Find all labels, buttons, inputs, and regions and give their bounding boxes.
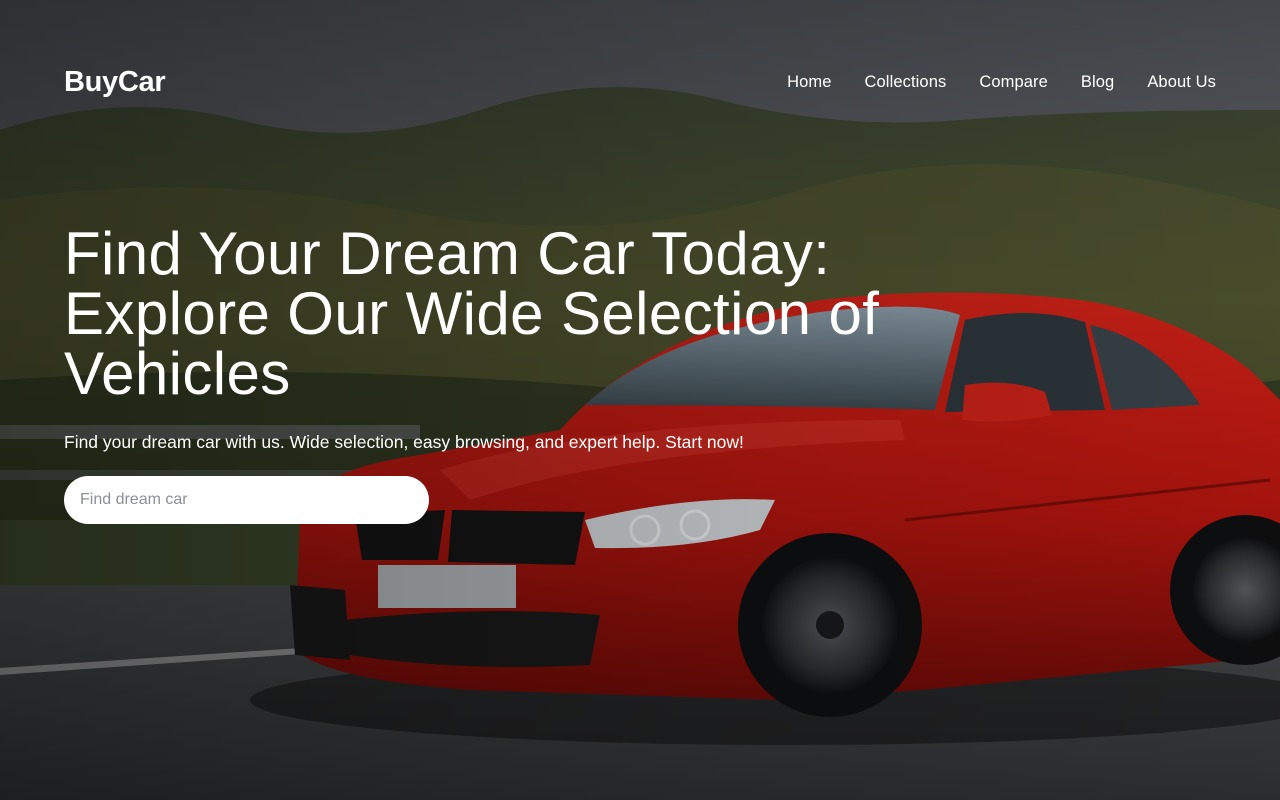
nav-link-blog[interactable]: Blog bbox=[1081, 73, 1114, 92]
nav-link-home[interactable]: Home bbox=[787, 73, 831, 92]
top-navbar: BuyCar Home Collections Compare Blog Abo… bbox=[64, 60, 1216, 104]
brand-logo[interactable]: BuyCar bbox=[64, 66, 166, 99]
main-nav: Home Collections Compare Blog About Us bbox=[787, 73, 1216, 92]
nav-link-collections[interactable]: Collections bbox=[865, 73, 947, 92]
hero-subtitle: Find your dream car with us. Wide select… bbox=[64, 432, 744, 452]
nav-link-about-us[interactable]: About Us bbox=[1147, 73, 1216, 92]
nav-link-compare[interactable]: Compare bbox=[979, 73, 1048, 92]
search-input[interactable] bbox=[80, 491, 413, 509]
search-bar[interactable] bbox=[64, 476, 429, 524]
hero-headline: Find Your Dream Car Today: Explore Our W… bbox=[64, 220, 880, 407]
